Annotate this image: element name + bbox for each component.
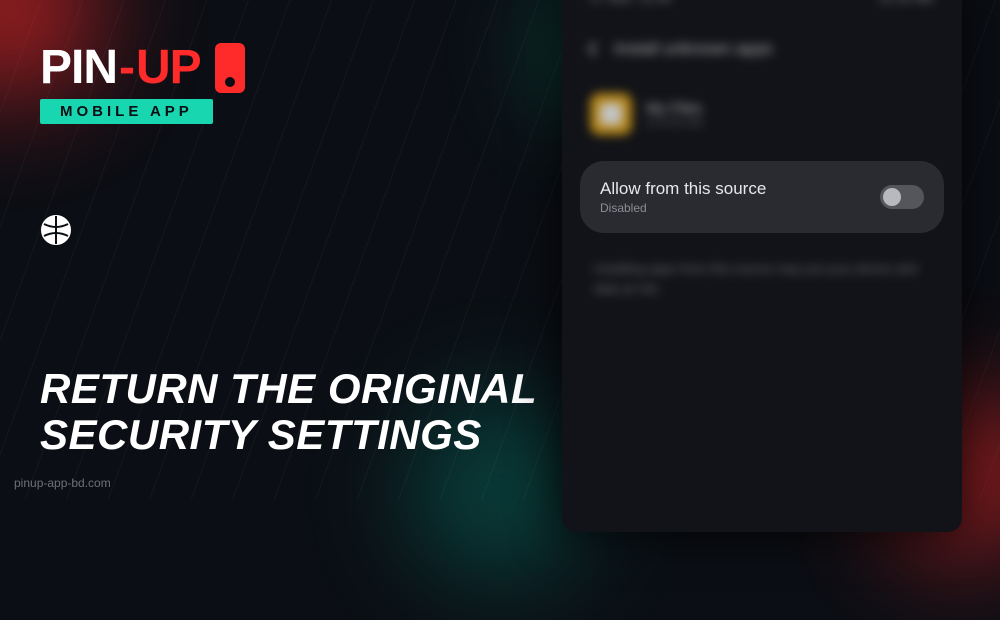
phone-screenshot: 27 июл. 11:06 31,16 МБ Install unknown a… — [562, 0, 962, 532]
basketball-icon — [40, 214, 72, 246]
allow-source-toggle-card[interactable]: Allow from this source Disabled — [580, 161, 944, 233]
back-icon[interactable] — [588, 42, 602, 56]
toggle-title: Allow from this source — [600, 179, 766, 199]
page-title: RETURN THE ORIGINAL SECURITY SETTINGS — [40, 366, 560, 458]
logo-text-pin: PIN — [40, 40, 117, 95]
settings-page-header: Install unknown apps — [574, 15, 950, 75]
app-name: My Files — [646, 100, 703, 117]
toggle-switch[interactable] — [880, 185, 924, 209]
logo-text-dash: - — [119, 40, 134, 95]
status-date: 27 июл. 11:06 — [590, 0, 671, 5]
security-warning-text: Installing apps from this source may put… — [574, 241, 950, 316]
app-row: My Files 11.5.00.405 — [574, 75, 950, 153]
settings-page-title: Install unknown apps — [614, 39, 773, 59]
site-url: pinup-app-bd.com — [14, 476, 111, 490]
app-version: 11.5.00.405 — [646, 117, 703, 129]
toggle-status: Disabled — [600, 201, 766, 215]
logo-text-up: UP — [136, 40, 201, 95]
brand-subtitle: MOBILE APP — [40, 99, 213, 124]
app-icon — [590, 93, 632, 135]
phone-icon — [215, 43, 245, 93]
promo-left-panel: PIN-UP MOBILE APP RETURN THE ORIGINAL SE… — [40, 40, 560, 460]
brand-logo: PIN-UP MOBILE APP — [40, 40, 560, 124]
status-filesize: 31,16 МБ — [878, 0, 934, 5]
